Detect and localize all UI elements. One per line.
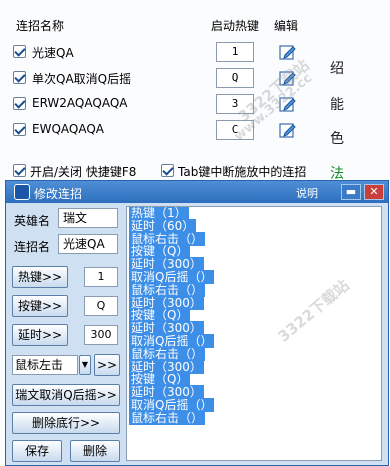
dialog-body: 英雄名 瑞文 连招名 光速QA 热键>> 1 按键>> Q 延时>> 300 鼠… — [6, 203, 388, 465]
chevron-down-icon[interactable]: ▼ — [79, 355, 91, 375]
hero-label: 英雄名 — [14, 214, 51, 228]
header-combo-name: 连招名称 — [16, 19, 65, 33]
combo-checkbox[interactable] — [13, 97, 26, 110]
dialog-title: 修改连招 — [34, 187, 83, 201]
side-text: 绍 — [330, 61, 344, 77]
press-key-value-field[interactable]: Q — [84, 296, 118, 316]
combo-sequence-list[interactable]: 热键（1） 延时（60） 鼠标右击（） 按键（Q） 延时（300） 取消Q后摇（… — [126, 206, 382, 461]
combo-hotkey-field[interactable]: C — [216, 120, 254, 140]
combo-name: ERW2AQAQAQA — [32, 96, 128, 110]
combo-name-label: 连招名 — [14, 240, 51, 254]
dialog-title-bar[interactable]: 修改连招 说明 ▬ ✕ — [6, 181, 388, 203]
combo-row: EWQAQAQA C — [0, 116, 320, 144]
combo-hotkey-field[interactable]: Q — [216, 68, 254, 88]
hero-name-field[interactable]: 瑞文 — [58, 208, 118, 228]
list-item[interactable]: 取消Q后摇（） — [127, 269, 381, 284]
press-key-add-button[interactable]: 按键>> — [12, 295, 68, 317]
list-item[interactable]: 鼠标右击（） — [127, 346, 381, 361]
hotkey-add-button[interactable]: 热键>> — [12, 266, 68, 288]
riven-cancel-q-button[interactable]: 瑞文取消Q后摇>> — [12, 384, 120, 406]
close-button[interactable]: ✕ — [364, 184, 384, 200]
edit-icon[interactable] — [279, 69, 297, 87]
combo-row: 光速QA 1 — [0, 38, 320, 66]
combo-name: 单次QA取消Q后摇 — [32, 72, 132, 86]
combo-checkbox[interactable] — [13, 45, 26, 58]
help-link[interactable]: 说明 — [296, 185, 318, 201]
combo-hotkey-field[interactable]: 3 — [216, 94, 254, 114]
app-icon — [14, 184, 30, 200]
combo-checkbox[interactable] — [13, 71, 26, 84]
toggle-hotkey-checkbox[interactable] — [13, 164, 26, 177]
delay-add-button[interactable]: 延时>> — [12, 324, 68, 346]
combo-checkbox[interactable] — [13, 123, 26, 136]
list-item[interactable]: 延时（60） — [127, 218, 381, 233]
edit-icon[interactable] — [279, 95, 297, 113]
delete-last-line-button[interactable]: 删除底行>> — [12, 412, 120, 434]
combo-row: ERW2AQAQAQA 3 — [0, 90, 320, 118]
edit-icon[interactable] — [279, 43, 297, 61]
tab-interrupt-label: Tab键中断施放中的连招 — [178, 165, 307, 179]
minimize-button[interactable]: ▬ — [341, 184, 361, 200]
tab-interrupt-checkbox[interactable] — [161, 164, 174, 177]
header-edit: 编辑 — [274, 19, 299, 33]
header-hotkey: 启动热键 — [211, 19, 260, 33]
combo-hotkey-field[interactable]: 1 — [216, 42, 254, 62]
combo-name-field[interactable]: 光速QA — [58, 234, 118, 254]
list-item[interactable]: 鼠标右击（） — [127, 282, 381, 297]
side-text: 色 — [330, 131, 344, 147]
edit-combo-dialog: 修改连招 说明 ▬ ✕ 英雄名 瑞文 连招名 光速QA 热键>> 1 按键>> … — [5, 180, 389, 466]
list-item[interactable]: 鼠标右击（） — [127, 410, 381, 425]
combo-row: 单次QA取消Q后摇 Q — [0, 64, 320, 92]
list-item[interactable]: 取消Q后摇（） — [127, 333, 381, 348]
delay-value-field[interactable]: 300 — [84, 325, 118, 345]
hotkey-value-field[interactable]: 1 — [84, 267, 118, 287]
edit-icon[interactable] — [279, 121, 297, 139]
list-item[interactable]: 取消Q后摇（） — [127, 397, 381, 412]
combo-name: EWQAQAQA — [32, 122, 104, 136]
delete-button[interactable]: 删除 — [70, 440, 120, 462]
toggle-hotkey-label: 开启/关闭 快捷键F8 — [30, 165, 137, 179]
mouse-action-add-button[interactable]: >> — [94, 354, 120, 376]
mouse-action-select[interactable]: 鼠标左击 — [12, 355, 78, 375]
list-item[interactable]: 热键（1） — [127, 207, 381, 220]
side-text: 能 — [330, 97, 344, 113]
save-button[interactable]: 保存 — [12, 440, 62, 462]
combo-name: 光速QA — [32, 46, 74, 60]
